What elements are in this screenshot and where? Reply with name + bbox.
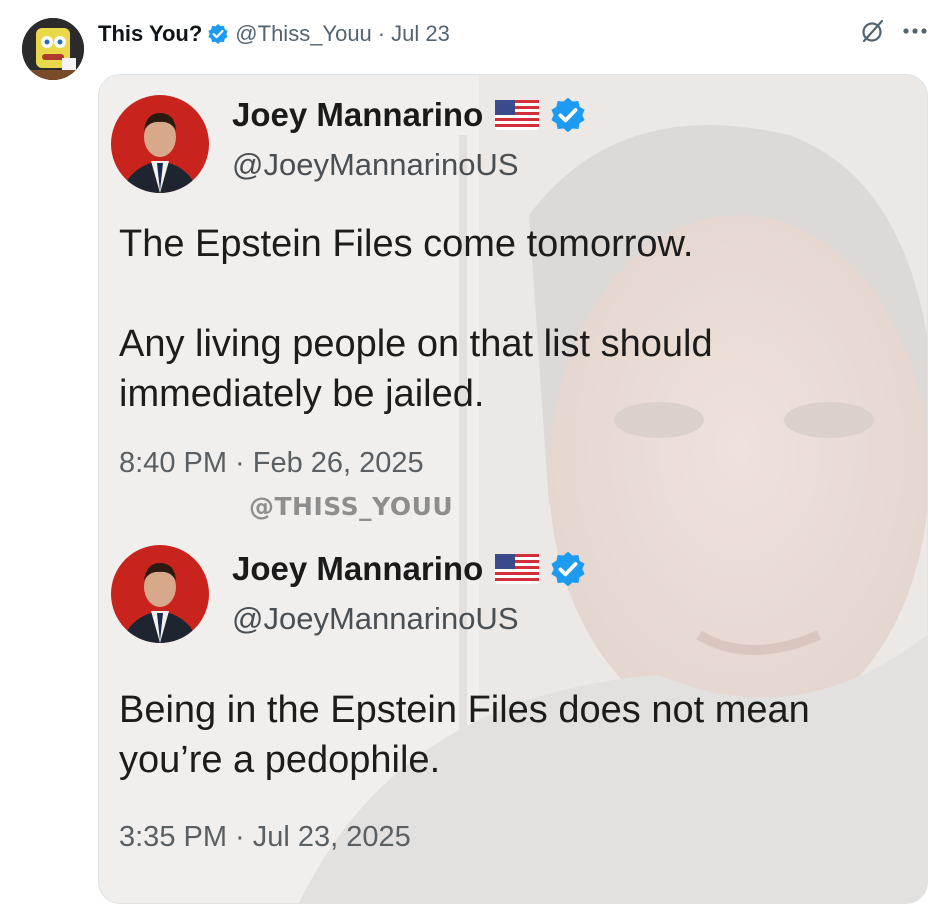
quote-avatar-2	[111, 545, 209, 643]
quote-timestamp-2: 3:35 PM · Jul 23, 2025	[119, 821, 411, 853]
grok-icon[interactable]	[860, 18, 886, 44]
verified-badge-icon	[549, 550, 587, 588]
tweet-overlay: Joey Mannarino @JoeyMannarinoUS The Epst…	[99, 75, 927, 903]
verified-badge-icon	[207, 23, 229, 45]
us-flag-icon	[495, 100, 540, 130]
quote-author-name: Joey Mannarino	[232, 96, 484, 133]
quote-timestamp-1: 8:40 PM · Feb 26, 2025	[119, 447, 424, 479]
author-handle[interactable]: @Thiss_Youu	[235, 21, 372, 47]
quote-name-2: Joey Mannarino	[232, 550, 587, 588]
author-name[interactable]: This You?	[98, 21, 202, 47]
watermark: @THISS_YOUU	[249, 492, 454, 521]
quote-handle-1: @JoeyMannarinoUS	[232, 147, 519, 182]
author-avatar[interactable]	[22, 18, 84, 80]
verified-badge-icon	[549, 96, 587, 134]
quote-name-1: Joey Mannarino	[232, 96, 587, 134]
quote-handle-2: @JoeyMannarinoUS	[232, 601, 519, 636]
more-icon[interactable]	[902, 27, 928, 35]
quote-text-1: The Epstein Files come tomorrow. Any liv…	[119, 223, 713, 415]
quote-avatar-1	[111, 95, 209, 193]
separator-dot: ·	[377, 21, 386, 46]
post-header: This You? @Thiss_Youu · Jul 23	[98, 19, 450, 49]
post-date[interactable]: Jul 23	[391, 21, 450, 47]
post-media-image[interactable]: Joey Mannarino @JoeyMannarinoUS The Epst…	[98, 74, 928, 904]
quote-text-2: Being in the Epstein Files does not mean…	[119, 689, 810, 781]
us-flag-icon	[495, 554, 540, 584]
post-actions-top	[860, 18, 928, 44]
quote-author-name: Joey Mannarino	[232, 550, 484, 587]
